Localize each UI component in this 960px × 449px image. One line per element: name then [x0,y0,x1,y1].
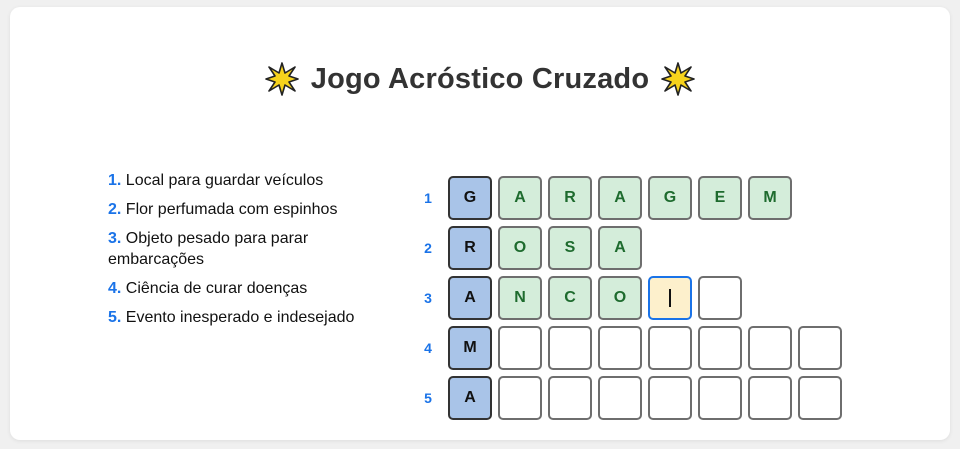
letter-cell[interactable] [648,376,692,420]
letter-cell[interactable]: G [648,176,692,220]
clue-text: Local para guardar veículos [125,172,324,189]
letter-cell[interactable] [548,326,592,370]
grid-row-4: 4 M [408,326,842,370]
page-title: Jogo Acróstico Cruzado [310,62,650,95]
letter-cell[interactable] [548,376,592,420]
letter-cell[interactable]: A [598,176,642,220]
clue-item: 1. Local para guardar veículos [108,170,368,191]
clue-text: Evento inesperado e indesejado [125,309,355,326]
letter-cell[interactable] [598,376,642,420]
letter-cell[interactable] [698,326,742,370]
star-icon [661,62,696,96]
letter-cell[interactable]: N [498,276,542,320]
letter-cell[interactable] [648,326,692,370]
letter-cell[interactable] [748,376,792,420]
letter-cell[interactable]: O [498,226,542,270]
letter-cell[interactable]: O [598,276,642,320]
letter-cell[interactable] [748,326,792,370]
letter-cell[interactable] [698,276,742,320]
row-number: 4 [424,340,432,356]
letter-cell[interactable] [798,376,842,420]
letter-cell[interactable] [698,376,742,420]
clue-number: 2. [108,201,122,218]
clue-text: Ciência de curar doenças [125,280,308,297]
letter-cell[interactable] [598,326,642,370]
clue-number: 5. [108,309,122,326]
clue-item: 4. Ciência de curar doenças [108,278,368,299]
letter-cell[interactable]: E [698,176,742,220]
letter-cell[interactable] [798,326,842,370]
grid-row-1: 1 G A R A G E M [408,176,792,220]
key-letter-cell: G [448,176,492,220]
grid-row-2: 2 R O S A [408,226,642,270]
key-letter-cell: A [448,376,492,420]
letter-cell[interactable] [498,326,542,370]
letter-cell[interactable]: C [548,276,592,320]
star-icon [264,62,299,96]
clue-text: Flor perfumada com espinhos [125,201,338,218]
row-number: 3 [424,290,432,306]
letter-cell[interactable]: A [598,226,642,270]
clue-item: 3. Objeto pesado para parar embarcações [108,228,368,270]
row-number: 2 [424,240,432,256]
clue-list: 1. Local para guardar veículos 2. Flor p… [108,170,368,336]
letter-cell[interactable]: A [498,176,542,220]
key-letter-cell: A [448,276,492,320]
grid-row-5: 5 A [408,376,842,420]
letter-cell[interactable] [498,376,542,420]
title-row: Jogo Acróstico Cruzado [10,57,950,101]
active-letter-cell[interactable] [648,276,692,320]
key-letter-cell: M [448,326,492,370]
text-cursor [669,289,671,307]
key-letter-cell: R [448,226,492,270]
grid-row-3: 3 A N C O [408,276,742,320]
clue-item: 2. Flor perfumada com espinhos [108,199,368,220]
letter-cell[interactable]: M [748,176,792,220]
row-number: 1 [424,190,432,206]
clue-item: 5. Evento inesperado e indesejado [108,307,368,328]
letter-cell[interactable]: S [548,226,592,270]
clue-number: 1. [108,172,122,189]
clue-number: 3. [108,230,122,247]
letter-cell[interactable]: R [548,176,592,220]
clue-text: Objeto pesado para parar embarcações [108,230,309,268]
row-number: 5 [424,390,432,406]
clue-number: 4. [108,280,122,297]
